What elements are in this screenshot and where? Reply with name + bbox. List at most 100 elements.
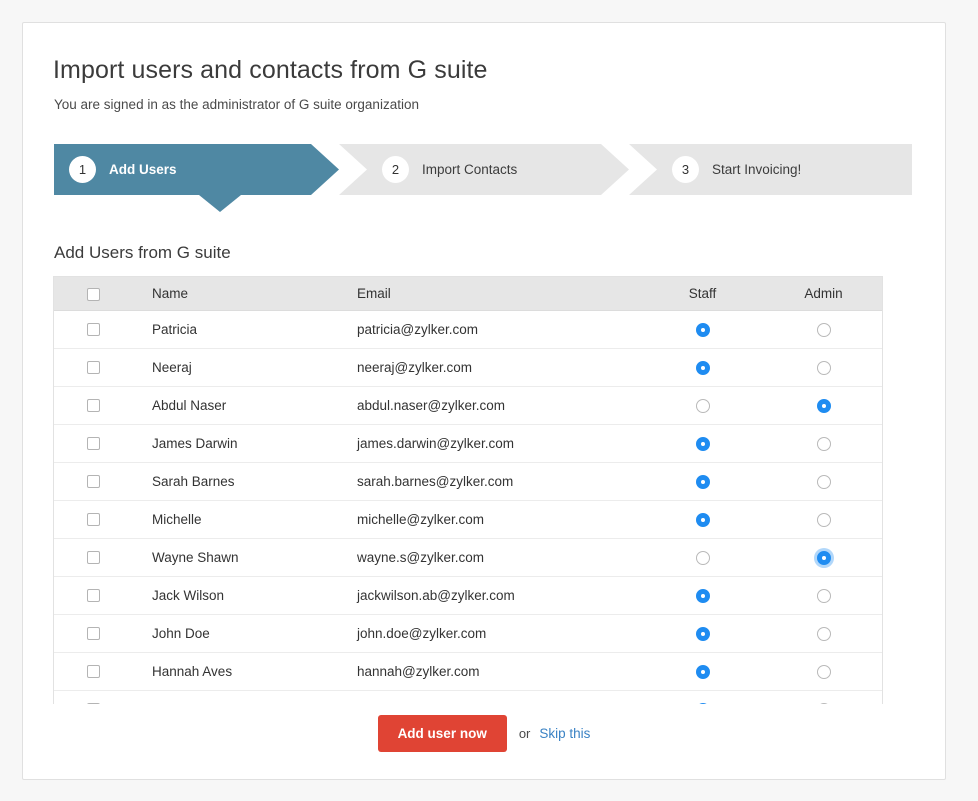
row-select-checkbox[interactable] <box>87 475 100 488</box>
row-select-checkbox[interactable] <box>87 513 100 526</box>
row-select-cell <box>54 614 132 652</box>
row-select-cell <box>54 500 132 538</box>
step-label: Add Users <box>109 162 177 177</box>
admin-radio[interactable] <box>817 589 831 603</box>
row-select-checkbox[interactable] <box>87 703 100 704</box>
row-select-checkbox[interactable] <box>87 399 100 412</box>
table-header-row: Name Email Staff Admin <box>54 277 883 310</box>
column-header-staff[interactable]: Staff <box>642 277 763 310</box>
staff-role-cell <box>642 576 763 614</box>
step-label: Import Contacts <box>422 162 517 177</box>
user-email-cell: neeraj@zylker.com <box>337 348 642 386</box>
table-row: Wayne Shawnwayne.s@zylker.com <box>54 538 883 576</box>
table-row: Hannah Aveshannah@zylker.com <box>54 652 883 690</box>
staff-radio[interactable] <box>696 665 710 679</box>
staff-role-cell <box>642 690 763 704</box>
admin-radio[interactable] <box>817 513 831 527</box>
admin-radio[interactable] <box>817 475 831 489</box>
row-select-cell <box>54 348 132 386</box>
table-body: Patriciapatricia@zylker.comNeerajneeraj@… <box>54 310 883 704</box>
staff-role-cell <box>642 500 763 538</box>
user-name-cell: Barani velan <box>132 690 337 704</box>
page-root: Import users and contacts from G suite Y… <box>0 0 978 801</box>
admin-role-cell <box>763 576 883 614</box>
step-add-users[interactable]: 1 Add Users <box>54 144 339 195</box>
user-email-cell: abdul.naser@zylker.com <box>337 386 642 424</box>
staff-role-cell <box>642 614 763 652</box>
user-name-cell: Abdul Naser <box>132 386 337 424</box>
table-row: Neerajneeraj@zylker.com <box>54 348 883 386</box>
step-import-contacts[interactable]: 2 Import Contacts <box>339 144 629 195</box>
staff-radio[interactable] <box>696 627 710 641</box>
admin-role-cell <box>763 462 883 500</box>
user-name-cell: John Doe <box>132 614 337 652</box>
step-label: Start Invoicing! <box>712 162 801 177</box>
admin-radio[interactable] <box>817 323 831 337</box>
row-select-checkbox[interactable] <box>87 323 100 336</box>
admin-role-cell <box>763 424 883 462</box>
table-row: Abdul Naserabdul.naser@zylker.com <box>54 386 883 424</box>
staff-radio[interactable] <box>696 399 710 413</box>
skip-this-link[interactable]: Skip this <box>539 726 590 741</box>
user-email-cell: jackwilson.ab@zylker.com <box>337 576 642 614</box>
admin-radio[interactable] <box>817 551 831 565</box>
admin-role-cell <box>763 348 883 386</box>
staff-role-cell <box>642 462 763 500</box>
staff-role-cell <box>642 348 763 386</box>
row-select-checkbox[interactable] <box>87 361 100 374</box>
user-name-cell: Wayne Shawn <box>132 538 337 576</box>
staff-radio[interactable] <box>696 589 710 603</box>
row-select-checkbox[interactable] <box>87 437 100 450</box>
row-select-cell <box>54 386 132 424</box>
table-row: Patriciapatricia@zylker.com <box>54 310 883 348</box>
staff-radio[interactable] <box>696 551 710 565</box>
user-email-cell: sarah.barnes@zylker.com <box>337 462 642 500</box>
staff-radio[interactable] <box>696 475 710 489</box>
column-header-email[interactable]: Email <box>337 277 642 310</box>
staff-radio[interactable] <box>696 323 710 337</box>
column-header-admin[interactable]: Admin <box>763 277 883 310</box>
row-select-cell <box>54 538 132 576</box>
users-table-scroll-area[interactable]: Name Email Staff Admin Patriciapatricia@… <box>53 276 883 704</box>
row-select-checkbox[interactable] <box>87 551 100 564</box>
table-title: Add Users from G suite <box>54 243 231 263</box>
table-header: Name Email Staff Admin <box>54 277 883 310</box>
admin-radio[interactable] <box>817 399 831 413</box>
table-row: Sarah Barnessarah.barnes@zylker.com <box>54 462 883 500</box>
step-number-badge: 2 <box>382 156 409 183</box>
admin-radio[interactable] <box>817 361 831 375</box>
user-name-cell: Michelle <box>132 500 337 538</box>
admin-radio[interactable] <box>817 437 831 451</box>
staff-radio[interactable] <box>696 361 710 375</box>
table-row: Michellemichelle@zylker.com <box>54 500 883 538</box>
staff-radio[interactable] <box>696 513 710 527</box>
user-name-cell: Neeraj <box>132 348 337 386</box>
user-name-cell: Hannah Aves <box>132 652 337 690</box>
admin-role-cell <box>763 652 883 690</box>
admin-radio[interactable] <box>817 703 831 704</box>
row-select-cell <box>54 652 132 690</box>
row-select-checkbox[interactable] <box>87 627 100 640</box>
user-name-cell: Jack Wilson <box>132 576 337 614</box>
select-all-checkbox[interactable] <box>87 288 100 301</box>
table-row: John Doejohn.doe@zylker.com <box>54 614 883 652</box>
staff-radio[interactable] <box>696 703 710 704</box>
admin-role-cell <box>763 614 883 652</box>
user-name-cell: James Darwin <box>132 424 337 462</box>
column-header-name[interactable]: Name <box>132 277 337 310</box>
table-row: Barani velanbarani@solutiontest.com <box>54 690 883 704</box>
add-user-now-button[interactable]: Add user now <box>378 715 507 752</box>
page-subtitle: You are signed in as the administrator o… <box>54 97 419 112</box>
staff-role-cell <box>642 652 763 690</box>
admin-radio[interactable] <box>817 665 831 679</box>
row-select-cell <box>54 576 132 614</box>
users-table: Name Email Staff Admin Patriciapatricia@… <box>54 277 883 704</box>
step-number-badge: 3 <box>672 156 699 183</box>
step-start-invoicing[interactable]: 3 Start Invoicing! <box>629 144 912 195</box>
row-select-checkbox[interactable] <box>87 665 100 678</box>
admin-role-cell <box>763 690 883 704</box>
staff-radio[interactable] <box>696 437 710 451</box>
active-step-pointer-icon <box>199 195 241 212</box>
admin-radio[interactable] <box>817 627 831 641</box>
row-select-checkbox[interactable] <box>87 589 100 602</box>
